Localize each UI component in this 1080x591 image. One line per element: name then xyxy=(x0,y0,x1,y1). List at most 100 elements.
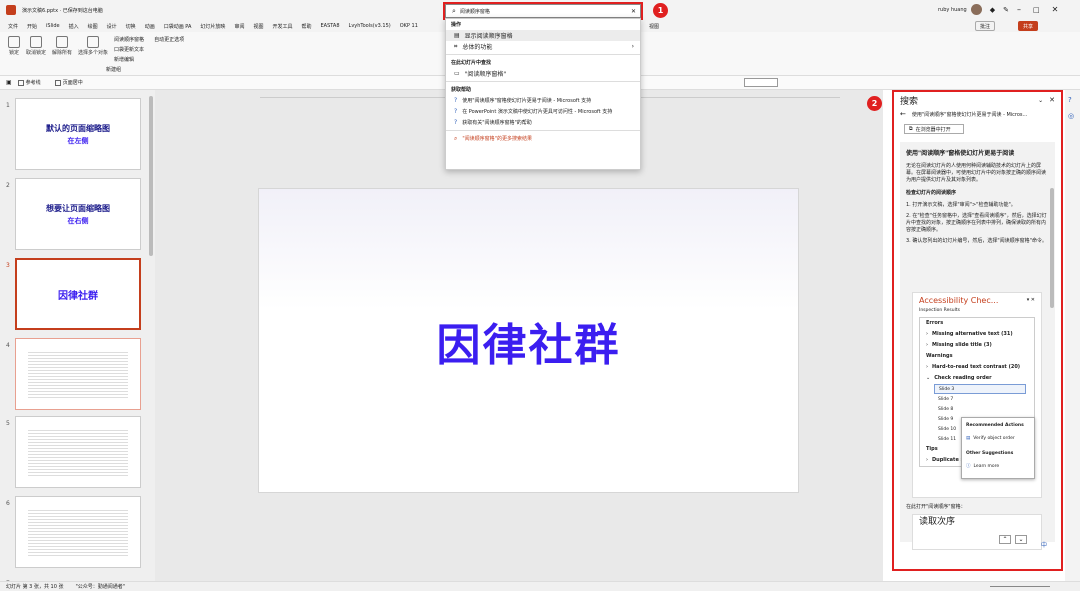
menu-item[interactable]: iSlide xyxy=(46,23,60,29)
thumbnail-title: 想要让页面缩略图 xyxy=(46,203,110,213)
menu-item[interactable]: EASTA8 xyxy=(321,23,340,29)
pane-scrollbar[interactable] xyxy=(1050,188,1054,308)
acc-warn-1[interactable]: › Hard-to-read text contrast (20) xyxy=(920,362,1034,373)
menu-item[interactable]: LvyhTools(v3.15) xyxy=(349,23,391,29)
pane-close-icon[interactable]: ✕ xyxy=(1049,96,1055,104)
minimize-button[interactable]: – xyxy=(1017,5,1021,14)
menu-item[interactable]: 绘图 xyxy=(88,23,98,30)
down-arrow-icon[interactable]: ⌄ xyxy=(1015,535,1027,544)
acc-slide-row[interactable]: Slide 3 xyxy=(934,384,1026,394)
menu-item[interactable]: 设计 xyxy=(107,23,117,30)
lock-icon xyxy=(8,36,20,48)
menu-item[interactable]: 开始 xyxy=(27,23,37,30)
window-title: 演示文稿6.pptx · 已保存到这台电脑 xyxy=(22,7,103,14)
comments-button[interactable]: 批注 xyxy=(975,21,996,31)
menu-item[interactable]: 动画 xyxy=(145,23,155,30)
acc-slide-row[interactable]: Slide 7 xyxy=(934,394,974,404)
article-step-2: 2. 在"检查"任务窗格中，选择"查看阅读顺序"，然后，选择幻灯片中查找的对象，… xyxy=(906,213,1047,233)
thumbnail-number: 3 xyxy=(6,262,10,269)
pane-options-icon[interactable]: ⌄ xyxy=(1038,97,1043,104)
acc-other-1[interactable]: ⓘ Learn more xyxy=(966,463,1030,470)
unlock-all-button[interactable]: 解除所有 xyxy=(52,36,72,56)
slide-thumbnail[interactable]: 想要让页面缩略图 在右侧 xyxy=(15,178,141,250)
ime-indicator[interactable]: 中 xyxy=(1041,540,1047,549)
menu-item[interactable]: 文件 xyxy=(8,23,18,30)
maximize-button[interactable]: □ xyxy=(1033,6,1040,14)
menu-item[interactable]: 审阅 xyxy=(234,23,244,30)
pocket-update-button[interactable]: 口袋更新文本 xyxy=(114,46,144,53)
thumbnail-number: 1 xyxy=(6,102,10,109)
diamond-icon[interactable]: ◆ xyxy=(990,6,995,14)
menu-item[interactable]: 幻灯片放映 xyxy=(200,23,225,30)
slide-thumbnail[interactable] xyxy=(15,416,141,488)
select-icon xyxy=(87,36,100,48)
autocorrect-options-button[interactable]: 自动更正选项 xyxy=(154,36,184,43)
pen-icon[interactable]: ✎ xyxy=(1003,6,1009,14)
help-circle-icon: ? xyxy=(454,97,458,104)
unlock-button[interactable]: 取消锁定 xyxy=(26,36,46,56)
select-multiple-button[interactable]: 选择多个对象 xyxy=(78,36,108,56)
article-step-1: 1. 打开演示文稿，选择"审阅">"检查辅助功能"。 xyxy=(906,202,1016,208)
info-icon: ⓘ xyxy=(966,464,971,469)
dd-help-3[interactable]: ? 获取有关"阅读顺序窗格"的帮助 xyxy=(446,117,640,128)
menu-item[interactable]: 帮助 xyxy=(301,23,311,30)
article-nav-title: 使用"阅读顺序"窗格使幻灯片更易于阅读 - Micros... xyxy=(911,111,1028,118)
dd-slide-result[interactable]: ▭ "阅读顺序窗格" xyxy=(446,68,640,79)
acc-rec-1[interactable]: ▤ Verify object order xyxy=(966,435,1030,442)
designer-icon[interactable]: ◎ xyxy=(1068,112,1074,120)
open-in-browser-button[interactable]: ⧉ 在浏览器中打开 xyxy=(904,124,964,134)
dd-help-1[interactable]: ? 使用"阅读顺序"窗格使幻灯片更易于阅读 - Microsoft 支持 xyxy=(446,95,640,106)
article-body: 使用"阅读顺序"窗格使幻灯片更易于阅读 无论在阅读幻灯片的人使用何种阅读辅助技术… xyxy=(900,142,1055,550)
pane-title: 搜索 xyxy=(900,96,919,107)
search-pane: 搜索 ⌄ ✕ ← 使用"阅读顺序"窗格使幻灯片更易于阅读 - Micros...… xyxy=(892,90,1063,571)
accessibility-checker-image: Accessibility Chec... ▾ ✕ Inspection Res… xyxy=(912,292,1042,498)
help-icon[interactable]: ? xyxy=(1068,96,1072,104)
center-checkbox[interactable] xyxy=(54,79,61,86)
menu-item[interactable]: 切换 xyxy=(126,23,136,30)
acc-err-2[interactable]: › Missing slide title (3) xyxy=(920,340,1034,351)
menu-item[interactable]: 口袋动画 PA xyxy=(164,23,192,30)
callout-badge-1: 1 xyxy=(653,3,668,18)
slide-thumbnail[interactable]: 默认的页面缩略图 在左侧 xyxy=(15,98,141,170)
acc-err-1[interactable]: › Missing alternative text (31) xyxy=(920,329,1034,340)
zoom-slider[interactable] xyxy=(990,586,1050,587)
pane-icon: ▤ xyxy=(454,32,460,39)
dd-help-2[interactable]: ? 在 PowerPoint 演示文稿中使幻灯片更具可访问性 - Microsof… xyxy=(446,106,640,117)
back-arrow-icon[interactable]: ← xyxy=(900,110,906,118)
menu-item[interactable]: 视图 xyxy=(253,23,263,30)
thumbnail-number: 4 xyxy=(6,342,10,349)
menu-item[interactable]: OKP 11 xyxy=(400,23,418,29)
thumbnail-title: 默认的页面缩略图 xyxy=(46,123,110,133)
lock-button[interactable]: 锁定 xyxy=(8,36,20,56)
close-button[interactable]: ✕ xyxy=(1052,5,1059,14)
group-label: 新建组 xyxy=(106,67,122,73)
menu-item[interactable]: 开发工具 xyxy=(272,23,292,30)
acc-popup: Recommended Actions ▤ Verify object order… xyxy=(961,417,1035,479)
up-arrow-icon[interactable]: ⌃ xyxy=(999,535,1011,544)
avatar[interactable] xyxy=(970,4,982,15)
menu-item[interactable]: 插入 xyxy=(69,23,79,30)
dd-more-results[interactable]: ⌕ "阅读顺序窗格"的更多搜索结果 xyxy=(446,133,640,144)
acc-slide-row[interactable]: Slide 8 xyxy=(934,404,974,414)
thumbnail-scrollbar[interactable] xyxy=(149,96,153,256)
acc-errors: Errors xyxy=(926,320,944,326)
help-circle-icon: ? xyxy=(454,119,458,126)
dd-action-2[interactable]: ⌗ 总体的功能 › xyxy=(446,41,640,52)
slide-thumbnail[interactable] xyxy=(15,338,141,410)
font-size-select[interactable] xyxy=(744,78,778,87)
new-edit-button[interactable]: 新增编辑 xyxy=(114,56,144,63)
share-button[interactable]: 共享 xyxy=(1018,21,1039,31)
slide-thumbnail[interactable]: 因律社群 xyxy=(15,258,141,330)
guides-checkbox[interactable] xyxy=(17,79,24,86)
reading-order-pane-button[interactable]: 阅读顺序窗格 xyxy=(114,36,144,43)
acc-warn-2[interactable]: ⌄ Check reading order xyxy=(920,373,1034,384)
acc-rec-head: Recommended Actions xyxy=(966,423,1024,428)
dd-action-1[interactable]: ▤ 显示阅读顺序窗格 xyxy=(446,30,640,41)
slide-title[interactable]: 因律社群 xyxy=(437,309,621,373)
thumbnail-content xyxy=(28,427,128,477)
menu-view[interactable]: 视图 xyxy=(649,23,659,30)
list-icon: ▤ xyxy=(966,436,971,441)
save-icon[interactable]: ▣ xyxy=(6,79,12,86)
slide-thumbnail[interactable] xyxy=(15,496,141,568)
slide-canvas[interactable]: 因律社群 xyxy=(258,188,799,493)
